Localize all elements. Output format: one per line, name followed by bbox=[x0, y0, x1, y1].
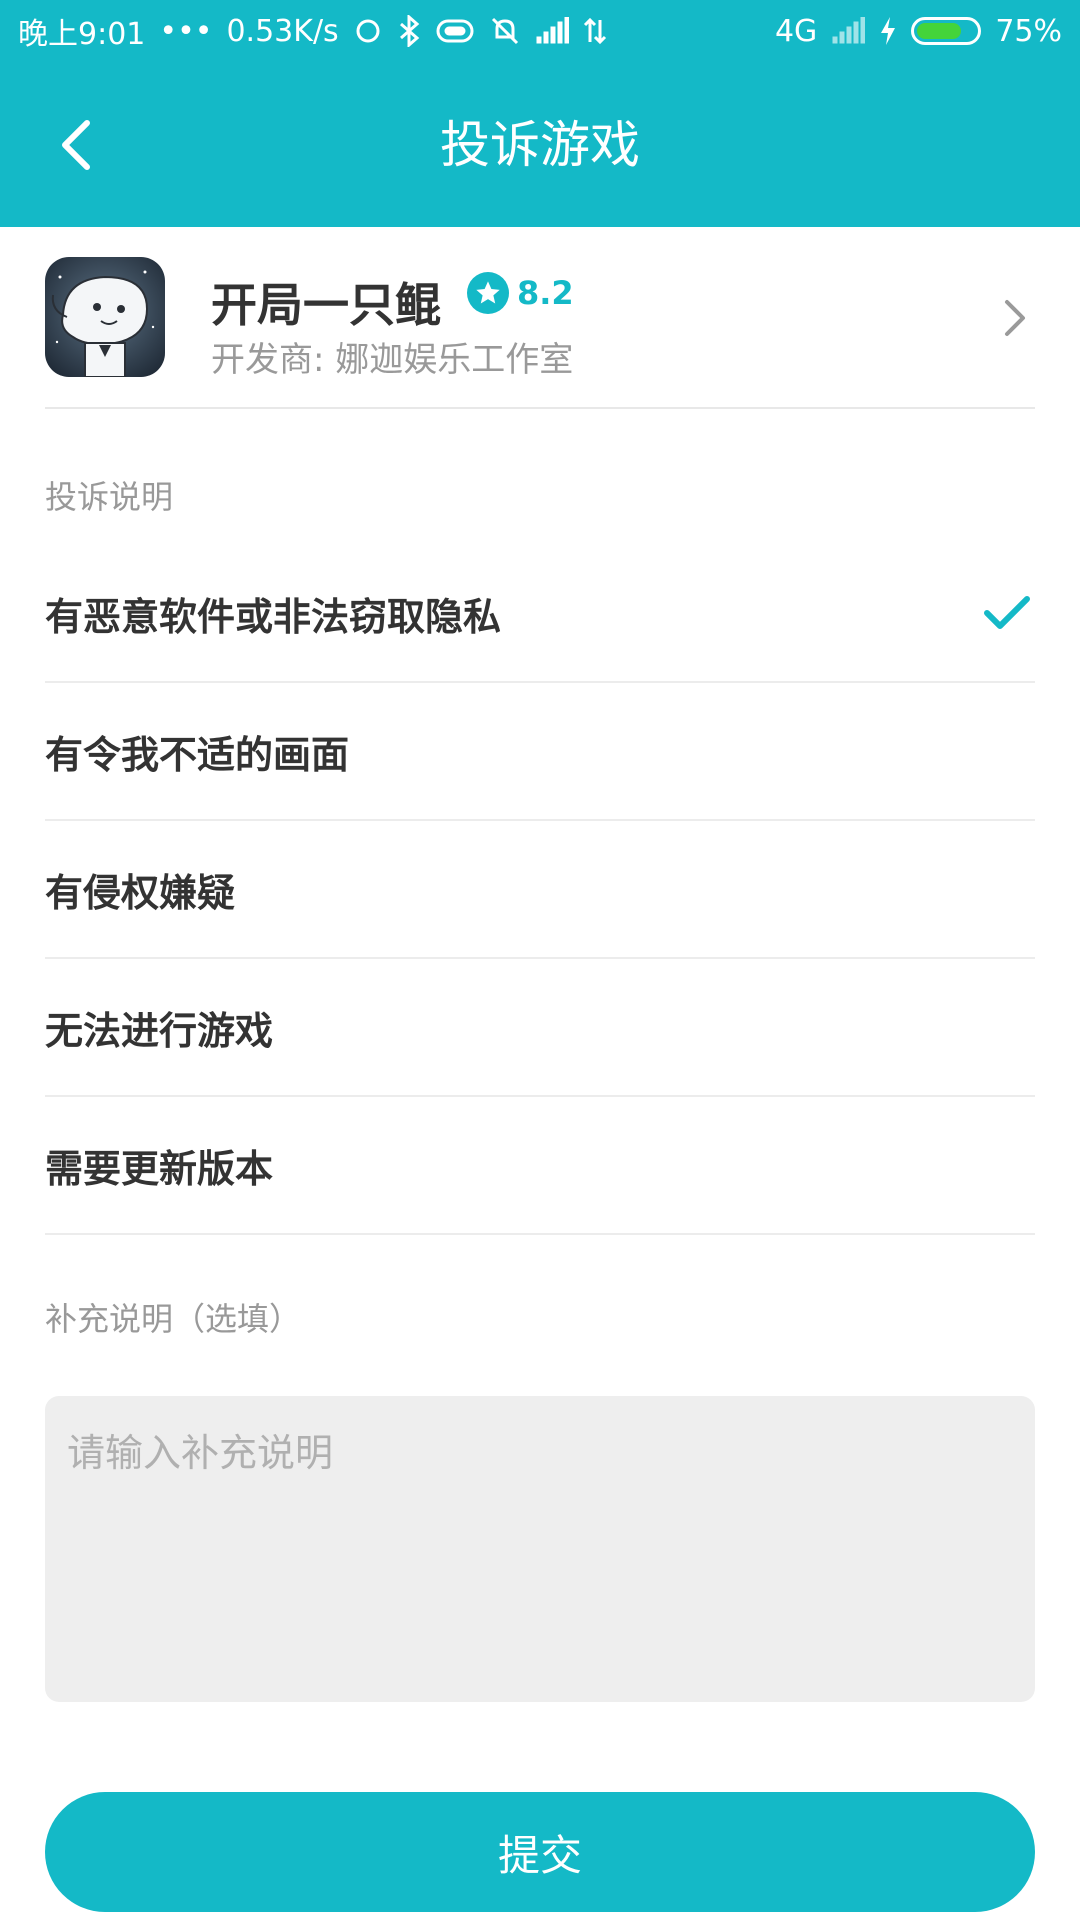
game-card[interactable]: 开局一只鲲 8.2 开发商: 娜迦娱乐工作室 bbox=[45, 227, 1035, 409]
status-net-speed: 0.53K/s bbox=[226, 13, 339, 49]
game-developer: 开发商: 娜迦娱乐工作室 bbox=[211, 340, 574, 380]
app-bar: 投诉游戏 bbox=[0, 62, 1080, 227]
sync-icon bbox=[353, 11, 383, 51]
bluetooth-icon bbox=[397, 11, 421, 51]
star-icon bbox=[467, 272, 509, 314]
option-label: 有恶意软件或非法窃取隐私 bbox=[45, 594, 502, 639]
chevron-right-icon bbox=[995, 295, 1035, 341]
check-icon bbox=[984, 596, 1030, 629]
game-app-icon bbox=[45, 257, 165, 377]
page-title: 投诉游戏 bbox=[440, 116, 640, 174]
data-transfer-icon bbox=[583, 11, 607, 51]
complaint-option-cannot-play[interactable]: 无法进行游戏 bbox=[45, 959, 1035, 1097]
signal-icon bbox=[535, 11, 569, 51]
complaint-option-need-update[interactable]: 需要更新版本 bbox=[45, 1097, 1035, 1235]
option-label: 有令我不适的画面 bbox=[45, 732, 350, 777]
game-name: 开局一只鲲 bbox=[211, 278, 441, 332]
mute-icon bbox=[489, 11, 521, 51]
signal-weak-icon bbox=[831, 11, 866, 51]
status-time: 晚上9:01 bbox=[18, 17, 146, 52]
game-rating: 8.2 bbox=[467, 272, 574, 314]
charging-icon bbox=[879, 11, 897, 51]
option-label: 需要更新版本 bbox=[45, 1146, 274, 1191]
submit-button[interactable]: 提交 bbox=[45, 1792, 1035, 1912]
complaint-option-infringement[interactable]: 有侵权嫌疑 bbox=[45, 821, 1035, 959]
complaint-option-malware[interactable]: 有恶意软件或非法窃取隐私 bbox=[45, 545, 1035, 683]
status-dots: ••• bbox=[159, 13, 213, 49]
supplement-input[interactable] bbox=[45, 1396, 1035, 1702]
option-label: 有侵权嫌疑 bbox=[45, 870, 236, 915]
nfc-icon bbox=[435, 11, 475, 51]
status-battery: 75% bbox=[995, 13, 1062, 49]
supplement-section-label: 补充说明（选填） bbox=[45, 1300, 302, 1338]
complaint-section-label: 投诉说明 bbox=[45, 478, 174, 516]
status-network: 4G bbox=[774, 13, 818, 49]
status-bar: 晚上9:01 ••• 0.53K/s 4G 75% bbox=[0, 0, 1080, 62]
complaint-option-discomfort[interactable]: 有令我不适的画面 bbox=[45, 683, 1035, 821]
complaint-options: 有恶意软件或非法窃取隐私 有令我不适的画面 有侵权嫌疑 无法进行游戏 需要更新版… bbox=[45, 545, 1035, 1235]
option-label: 无法进行游戏 bbox=[45, 1008, 274, 1053]
rating-value: 8.2 bbox=[517, 274, 574, 312]
battery-icon bbox=[911, 17, 982, 45]
